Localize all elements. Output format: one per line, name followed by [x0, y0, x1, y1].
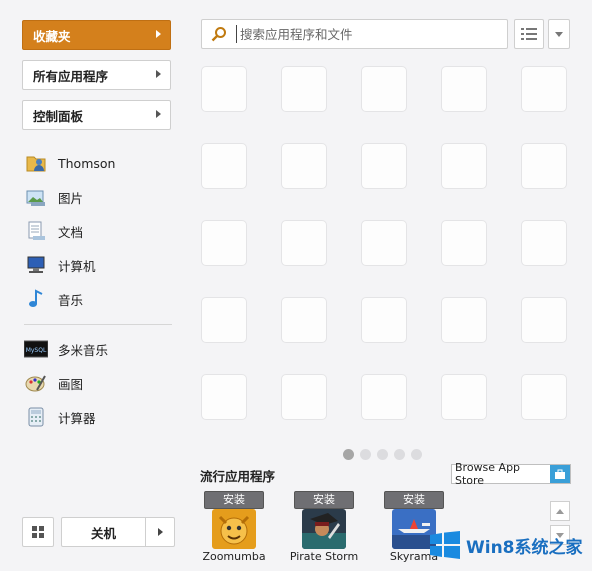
app-tile-slot[interactable]	[201, 220, 247, 266]
paint-icon	[24, 371, 48, 395]
sidebar-item-duomi-music[interactable]: MySQL 多米音乐	[24, 336, 108, 362]
app-tile-slot[interactable]	[441, 297, 487, 343]
popular-apps-title: 流行应用程序	[200, 469, 276, 484]
app-tile-slot[interactable]	[441, 220, 487, 266]
app-tile-slot[interactable]	[281, 66, 327, 112]
app-tile-slot[interactable]	[361, 220, 407, 266]
app-tile-slot[interactable]	[201, 66, 247, 112]
calculator-icon	[24, 405, 48, 429]
zoomumba-icon[interactable]	[212, 509, 256, 549]
app-tile-slot[interactable]	[361, 374, 407, 420]
app-tile-slot[interactable]	[361, 143, 407, 189]
sidebar-item-label: 文档	[58, 224, 84, 240]
app-tile-slot[interactable]	[361, 297, 407, 343]
sidebar-item-documents[interactable]: 文档	[24, 218, 83, 244]
windows-logo-icon	[430, 531, 460, 559]
search-input[interactable]	[236, 25, 507, 43]
app-name: Pirate Storm	[289, 550, 359, 563]
app-tile-slot[interactable]	[521, 374, 567, 420]
app-tile-slot[interactable]	[361, 66, 407, 112]
app-tile-slot[interactable]	[201, 374, 247, 420]
view-toggle-button[interactable]	[514, 19, 544, 49]
sidebar-item-label: 音乐	[58, 292, 84, 308]
app-tile-slot[interactable]	[521, 66, 567, 112]
install-button[interactable]: 安装	[294, 491, 354, 509]
shutdown-button-group: 关机	[61, 517, 175, 547]
chevron-right-icon	[156, 70, 161, 78]
app-tile-slot[interactable]	[281, 220, 327, 266]
app-tile-slot[interactable]	[441, 374, 487, 420]
chevron-right-icon	[156, 110, 161, 118]
page-dot[interactable]	[360, 449, 371, 460]
sidebar-item-computer[interactable]: 计算机	[24, 252, 96, 278]
pictures-icon	[24, 185, 48, 209]
app-tile-slot[interactable]	[521, 143, 567, 189]
sidebar-item-pictures[interactable]: 图片	[24, 184, 83, 210]
app-tile-slot[interactable]	[441, 66, 487, 112]
sidebar-item-label: Thomson	[58, 155, 116, 171]
install-button[interactable]: 安装	[384, 491, 444, 509]
app-tile-slot[interactable]	[201, 143, 247, 189]
view-options-dropdown[interactable]	[548, 19, 570, 49]
grid-icon	[32, 526, 44, 538]
sidebar-divider	[24, 324, 172, 325]
all-programs-menu-button[interactable]: 所有应用程序	[22, 60, 171, 90]
svg-text:MySQL: MySQL	[26, 347, 47, 354]
duomi-music-icon: MySQL	[24, 337, 48, 361]
sidebar-item-thomson[interactable]: Thomson	[24, 150, 115, 176]
shutdown-button[interactable]: 关机	[62, 518, 146, 546]
chevron-down-icon	[555, 31, 563, 37]
app-tile-slot[interactable]	[201, 297, 247, 343]
scroll-up-button[interactable]	[550, 501, 570, 521]
list-view-icon	[521, 28, 537, 40]
browse-app-store-label: Browse App Store	[455, 461, 521, 487]
page-dot[interactable]	[377, 449, 388, 460]
watermark: Win8系统之家	[430, 527, 592, 563]
favorites-menu-label: 收藏夹	[33, 28, 71, 44]
sidebar-item-paint[interactable]: 画图	[24, 370, 83, 396]
app-tile-slot[interactable]	[281, 374, 327, 420]
popular-app-pirate-storm: 安装 Pirate Storm	[284, 491, 364, 563]
app-tile-slot[interactable]	[441, 143, 487, 189]
page-dot[interactable]	[394, 449, 405, 460]
control-panel-menu-button[interactable]: 控制面板	[22, 100, 171, 130]
page-dot[interactable]	[343, 449, 354, 460]
sidebar-item-label: 计算器	[58, 410, 96, 426]
page-dot[interactable]	[411, 449, 422, 460]
all-apps-grid-button[interactable]	[22, 517, 54, 547]
app-tile-slot[interactable]	[281, 143, 327, 189]
sidebar-item-label: 计算机	[58, 258, 96, 274]
watermark-text: Win8系统之家	[466, 537, 583, 558]
popular-app-zoomumba: 安装 Zoomumba	[194, 491, 274, 563]
all-programs-menu-label: 所有应用程序	[33, 68, 109, 84]
app-tile-slot[interactable]	[281, 297, 327, 343]
shutdown-options-button[interactable]	[146, 518, 174, 546]
app-tile-slot[interactable]	[521, 297, 567, 343]
chevron-up-icon	[556, 508, 564, 514]
pirate-storm-icon[interactable]	[302, 509, 346, 549]
install-button[interactable]: 安装	[204, 491, 264, 509]
chevron-right-icon	[156, 30, 161, 38]
user-folder-icon	[24, 151, 48, 175]
favorites-menu-button[interactable]: 收藏夹	[22, 20, 171, 50]
search-icon	[202, 26, 236, 42]
browse-app-store-button[interactable]: Browse App Store	[451, 461, 571, 487]
app-name: Zoomumba	[202, 550, 266, 563]
sidebar-item-label: 多米音乐	[58, 342, 109, 358]
page-indicator	[343, 449, 422, 460]
sidebar-item-music[interactable]: 音乐	[24, 286, 83, 312]
sidebar-item-label: 图片	[58, 190, 84, 206]
sidebar-item-calculator[interactable]: 计算器	[24, 404, 96, 430]
search-box	[201, 19, 508, 49]
control-panel-menu-label: 控制面板	[33, 108, 84, 124]
app-tile-slot[interactable]	[521, 220, 567, 266]
chevron-right-icon	[157, 528, 163, 536]
documents-icon	[24, 219, 48, 243]
computer-icon	[24, 253, 48, 277]
music-icon	[24, 287, 48, 311]
store-bag-icon	[550, 465, 570, 483]
sidebar-item-label: 画图	[58, 376, 84, 392]
